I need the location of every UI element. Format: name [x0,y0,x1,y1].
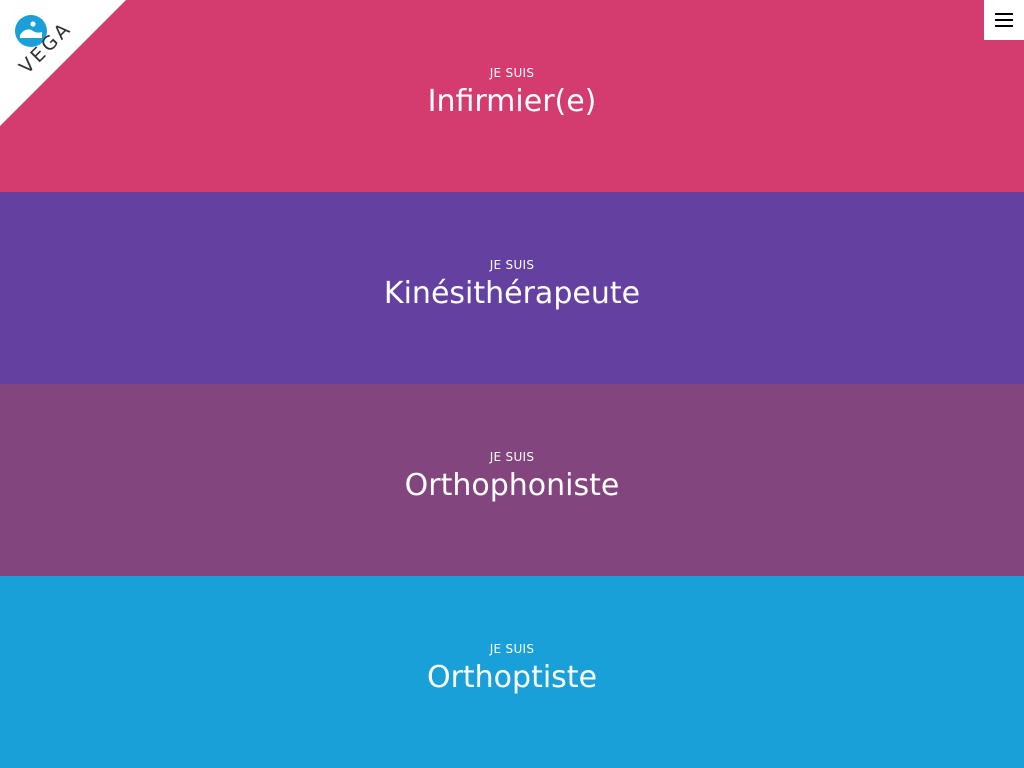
profession-option-orthoptiste[interactable]: JE SUIS Orthoptiste [0,576,1024,768]
logo-corner[interactable]: VEGA [0,0,126,126]
profession-label: Orthophoniste [404,467,620,503]
profession-label: Infirmier(e) [427,83,597,119]
profession-kicker: JE SUIS [489,257,535,272]
profession-option-orthophoniste[interactable]: JE SUIS Orthophoniste [0,384,1024,576]
profession-kicker: JE SUIS [489,641,535,656]
profession-kicker: JE SUIS [489,449,535,464]
logo-corner-shape: VEGA [0,0,126,126]
profession-label: Kinésithérapeute [383,275,641,311]
hamburger-menu-icon [995,13,1013,27]
profession-option-infirmier[interactable]: JE SUIS Infirmier(e) [0,0,1024,192]
profession-option-kinesitherapeute[interactable]: JE SUIS Kinésithérapeute [0,192,1024,384]
profession-kicker: JE SUIS [489,65,535,80]
menu-button[interactable] [984,0,1024,40]
profession-label: Orthoptiste [426,659,598,695]
profession-selector: JE SUIS Infirmier(e) JE SUIS Kinésithéra… [0,0,1024,768]
